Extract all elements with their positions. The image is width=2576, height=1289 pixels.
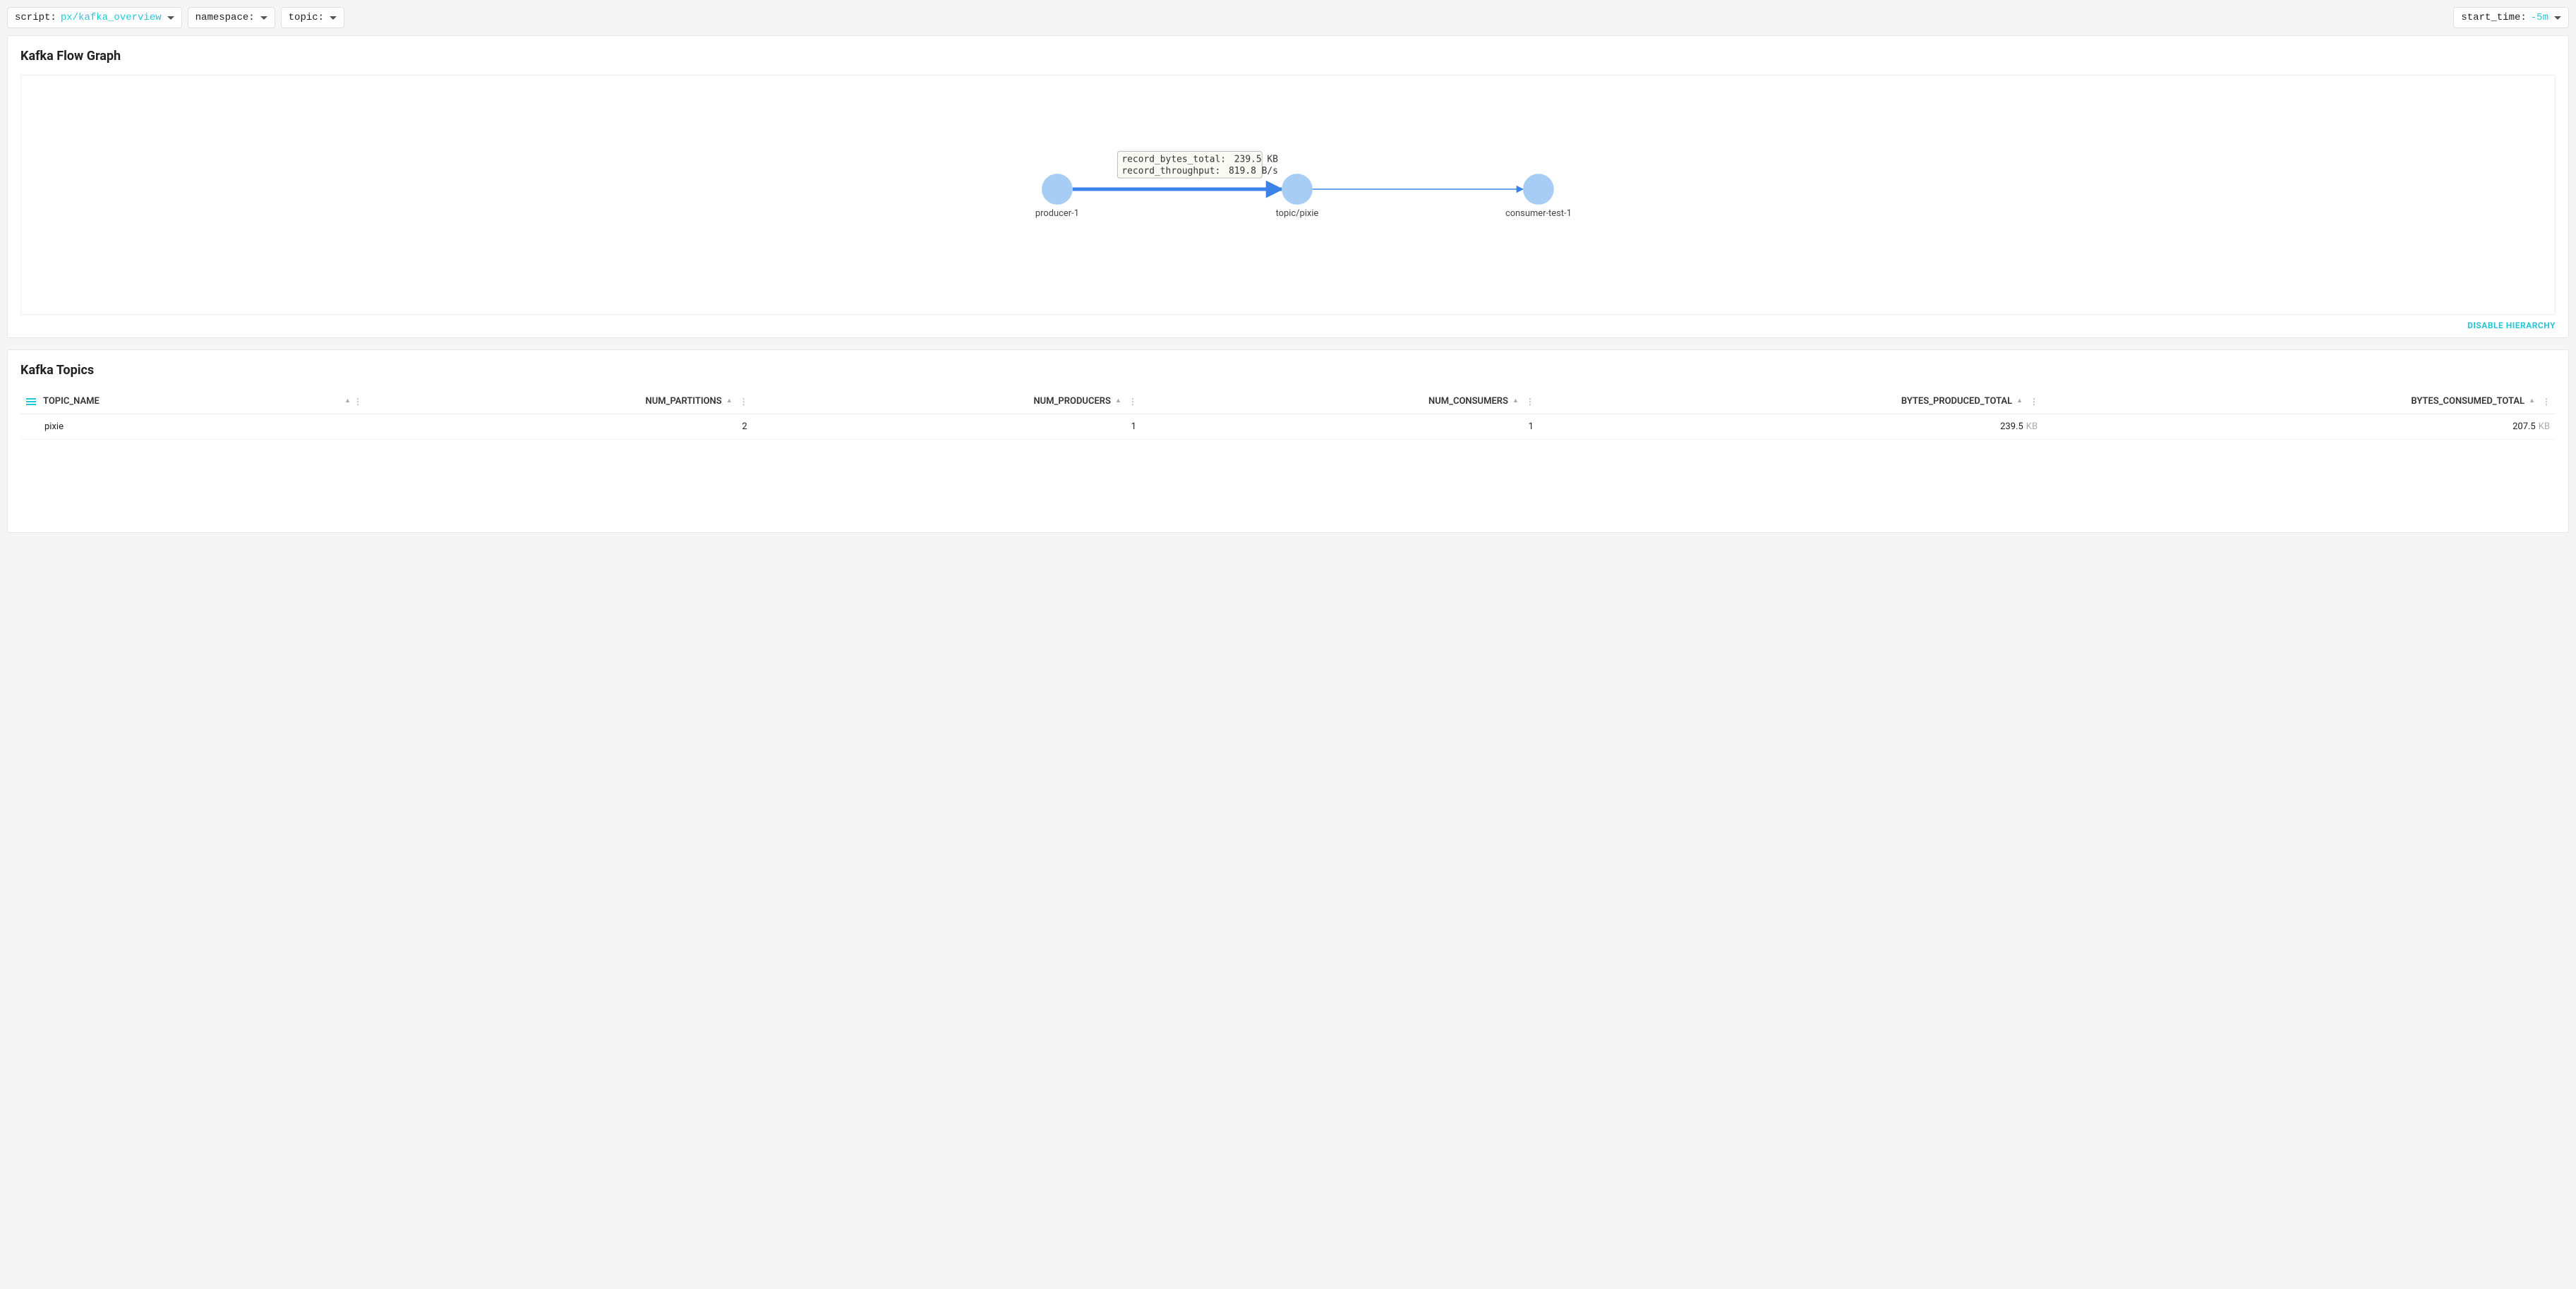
topics-table: TOPIC_NAME ▲ ⋮ NUM_PARTITIONS ▲ ⋮ xyxy=(20,389,2556,440)
svg-text:producer-1: producer-1 xyxy=(1035,208,1079,219)
svg-text:consumer-test-1: consumer-test-1 xyxy=(1505,208,1572,219)
col-label: NUM_CONSUMERS xyxy=(1428,396,1508,407)
cell-bytes-produced: 239.5KB xyxy=(1539,414,2043,440)
cell-num-producers: 1 xyxy=(753,414,1142,440)
column-menu-icon[interactable]: ⋮ xyxy=(2539,397,2550,407)
topic-label: topic: xyxy=(289,12,324,23)
kafka-topics-card: Kafka Topics TOPIC_NAME ▲ ⋮ xyxy=(7,349,2569,533)
col-label: NUM_PARTITIONS xyxy=(646,396,722,407)
cell-topic-name: pixie xyxy=(20,414,367,440)
namespace-label: namespace: xyxy=(195,12,255,23)
col-label: NUM_PRODUCERS xyxy=(1033,396,1111,407)
column-menu-icon[interactable]: ⋮ xyxy=(1126,397,1136,407)
top-filter-left-group: script: px/kafka_overview namespace: top… xyxy=(7,7,344,28)
chevron-down-icon xyxy=(167,16,174,20)
node-topic-pixie[interactable]: topic/pixie xyxy=(1276,174,1319,219)
col-bytes-consumed-total[interactable]: BYTES_CONSUMED_TOTAL ▲ ⋮ xyxy=(2043,389,2556,414)
script-selector[interactable]: script: px/kafka_overview xyxy=(7,7,182,28)
card-title: Kafka Flow Graph xyxy=(20,49,2556,64)
card-title: Kafka Topics xyxy=(20,363,2556,378)
cell-bytes-consumed: 207.5KB xyxy=(2043,414,2556,440)
column-menu-icon[interactable]: ⋮ xyxy=(1523,397,1534,407)
svg-text:record_bytes_total:: record_bytes_total: 239.5 KB xyxy=(1121,154,1278,164)
table-header-row: TOPIC_NAME ▲ ⋮ NUM_PARTITIONS ▲ ⋮ xyxy=(20,389,2556,414)
chevron-down-icon xyxy=(260,16,267,20)
start-time-selector[interactable]: start_time: -5m xyxy=(2453,7,2569,28)
start-time-label: start_time: xyxy=(2461,12,2526,23)
start-time-value: -5m xyxy=(2531,12,2548,23)
cell-num-consumers: 1 xyxy=(1142,414,1539,440)
topic-selector[interactable]: topic: xyxy=(281,7,344,28)
col-num-producers[interactable]: NUM_PRODUCERS ▲ ⋮ xyxy=(753,389,1142,414)
script-value: px/kafka_overview xyxy=(61,12,162,23)
svg-text:topic/pixie: topic/pixie xyxy=(1276,208,1319,219)
flow-graph-canvas[interactable]: producer-1 topic/pixie consumer-test-1 r… xyxy=(20,75,2556,315)
node-producer-1[interactable]: producer-1 xyxy=(1035,174,1079,219)
node-consumer-test-1[interactable]: consumer-test-1 xyxy=(1505,174,1572,219)
table-menu-icon[interactable] xyxy=(26,398,36,405)
kafka-flow-graph-card: Kafka Flow Graph producer-1 topic/p xyxy=(7,35,2569,338)
top-filter-right-group: start_time: -5m xyxy=(2453,7,2569,28)
col-label: TOPIC_NAME xyxy=(43,396,100,407)
sort-caret-icon[interactable]: ▲ xyxy=(1512,398,1519,404)
chevron-down-icon xyxy=(330,16,337,20)
svg-text:record_throughput: 8: record_throughput: 819.8 B/s xyxy=(1121,166,1278,176)
col-num-partitions[interactable]: NUM_PARTITIONS ▲ ⋮ xyxy=(367,389,753,414)
edge-tooltip: record_bytes_total: 239.5 KB record_thro… xyxy=(1117,151,1278,178)
col-bytes-produced-total[interactable]: BYTES_PRODUCED_TOTAL ▲ ⋮ xyxy=(1539,389,2043,414)
script-label: script: xyxy=(15,12,56,23)
column-menu-icon[interactable]: ⋮ xyxy=(737,397,747,407)
col-label: BYTES_CONSUMED_TOTAL xyxy=(2411,396,2524,407)
flow-graph-svg: producer-1 topic/pixie consumer-test-1 r… xyxy=(21,76,2555,314)
namespace-selector[interactable]: namespace: xyxy=(188,7,275,28)
col-topic-name[interactable]: TOPIC_NAME ▲ ⋮ xyxy=(20,389,367,414)
cell-num-partitions: 2 xyxy=(367,414,753,440)
topics-table-wrap: TOPIC_NAME ▲ ⋮ NUM_PARTITIONS ▲ ⋮ xyxy=(20,389,2556,440)
disable-hierarchy-button[interactable]: DISABLE HIERARCHY xyxy=(2467,320,2556,330)
col-num-consumers[interactable]: NUM_CONSUMERS ▲ ⋮ xyxy=(1142,389,1539,414)
sort-caret-icon[interactable]: ▲ xyxy=(1115,398,1121,404)
table-row[interactable]: pixie 2 1 1 239.5KB 207.5KB xyxy=(20,414,2556,440)
card-footer: DISABLE HIERARCHY xyxy=(20,315,2556,330)
top-filter-bar: script: px/kafka_overview namespace: top… xyxy=(0,0,2576,35)
col-label: BYTES_PRODUCED_TOTAL xyxy=(1901,396,2012,407)
chevron-down-icon xyxy=(2554,16,2561,20)
sort-caret-icon[interactable]: ▲ xyxy=(2016,398,2023,404)
sort-caret-icon[interactable]: ▲ xyxy=(726,398,733,404)
column-menu-icon[interactable]: ⋮ xyxy=(351,397,361,407)
sort-caret-icon[interactable]: ▲ xyxy=(2529,398,2535,404)
sort-caret-icon[interactable]: ▲ xyxy=(344,398,351,404)
column-menu-icon[interactable]: ⋮ xyxy=(2027,397,2038,407)
